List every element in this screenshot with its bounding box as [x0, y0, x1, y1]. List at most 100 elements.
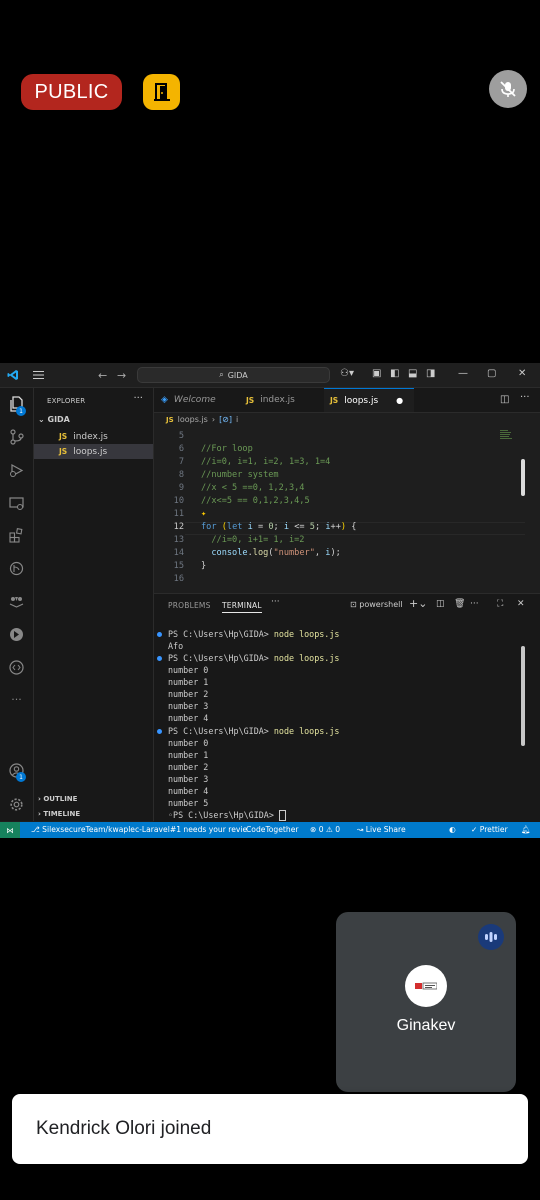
line-number: 5 — [178, 431, 184, 441]
mic-muted-icon[interactable] — [489, 70, 527, 108]
trash-icon[interactable]: 🗑 — [454, 599, 465, 609]
exit-door-icon[interactable] — [143, 74, 180, 110]
title-bar: ← → ⌕ GIDA ⚇▾ ▣ ◧ ⬓ ◨ — ▢ ✕ — [0, 363, 540, 388]
breadcrumb: JS loops.js › [⊘] i — [166, 415, 238, 424]
copilot-icon[interactable]: ⚇▾ — [340, 368, 354, 379]
code-line: 16 — [154, 574, 540, 587]
more-actions-icon[interactable]: ··· — [133, 393, 143, 404]
tab-index-js[interactable]: JS index.js — [246, 388, 326, 412]
back-arrow-icon[interactable]: ← — [98, 369, 107, 382]
line-number: 13 — [173, 535, 184, 545]
code-line: 12 for (let i = 0; i <= 5; i++) { — [154, 522, 540, 535]
code-editor[interactable]: 5 6//For loop 7//i=0, i=1, i=2, 1=3, 1=4… — [154, 429, 540, 592]
terminal-line: PS C:\Users\Hp\GIDA> node loops.js — [157, 629, 339, 641]
terminal-line: number 4 — [168, 786, 209, 796]
timeline-section[interactable]: › TIMELINE — [38, 810, 80, 818]
lightbulb-icon[interactable]: ✦ — [201, 509, 206, 519]
status-copilot-icon[interactable]: ◐ — [449, 825, 456, 834]
search-icon: ⌕ — [219, 370, 224, 379]
folder-gida[interactable]: ⌄ GIDA — [38, 415, 70, 424]
js-file-icon: JS — [166, 415, 174, 424]
command-decoration-icon — [157, 656, 162, 661]
terminal-line: Afo — [168, 641, 184, 651]
source-control-icon[interactable] — [8, 428, 25, 445]
status-prettier[interactable]: ✓ Prettier — [471, 825, 508, 834]
remote-explorer-icon[interactable] — [8, 495, 25, 512]
run-debug-icon[interactable] — [8, 462, 25, 479]
status-problems[interactable]: ⊗ 0 ⚠ 0 — [310, 825, 340, 834]
new-terminal-icon[interactable]: +⌄ — [409, 597, 427, 610]
accounts-icon[interactable]: 1 — [8, 762, 26, 782]
unsaved-dot-icon[interactable]: ● — [396, 396, 403, 405]
code-line: 10//x<=5 == 0,1,2,3,4,5 — [154, 496, 540, 509]
notifications-bell-icon[interactable]: 🔔︎ — [521, 825, 531, 834]
remote-indicator-icon[interactable]: ⋈ — [0, 822, 20, 838]
toggle-sidebar-icon[interactable]: ◧ — [390, 368, 399, 379]
settings-gear-icon[interactable] — [8, 796, 25, 813]
more-actions-icon[interactable]: ··· — [271, 597, 280, 607]
more-views-icon[interactable]: ··· — [8, 691, 25, 708]
liveshare-extension-icon[interactable] — [8, 626, 25, 643]
join-notification: Kendrick Olori joined — [12, 1094, 528, 1164]
more-actions-icon[interactable]: ··· — [520, 392, 530, 403]
liveshare-icon: ↝ — [357, 825, 366, 834]
terminal-line: number 4 — [168, 713, 209, 723]
line-number: 7 — [178, 457, 184, 467]
code-line: 8//number system — [154, 470, 540, 483]
tab-loops-js[interactable]: JS loops.js ● — [324, 388, 414, 412]
file-loops-js[interactable]: JS loops.js — [34, 444, 153, 459]
menu-icon[interactable] — [33, 370, 44, 383]
maximize-panel-icon[interactable]: ⛶ — [497, 599, 503, 609]
command-decoration-icon — [157, 729, 162, 734]
line-number: 14 — [173, 548, 184, 558]
terminal-line: number 1 — [168, 677, 209, 687]
js-file-icon: JS — [59, 447, 68, 456]
terminal-line: number 3 — [168, 774, 209, 784]
status-branch[interactable]: ⎇ SilexsecureTeam/kwaplec-Laravel#1 need… — [31, 825, 247, 834]
split-terminal-icon[interactable]: ◫ — [436, 599, 445, 609]
participant-name: Ginakev — [396, 1017, 456, 1034]
code-embed-icon[interactable] — [8, 659, 25, 676]
toggle-panel-icon[interactable]: ⬓ — [408, 368, 417, 379]
toggle-secondary-sidebar-icon[interactable]: ◨ — [426, 368, 435, 379]
js-file-icon: JS — [330, 396, 339, 405]
terminal-line: number 1 — [168, 750, 209, 760]
status-liveshare[interactable]: ↝ Live Share — [357, 825, 406, 834]
terminal-line: number 2 — [168, 762, 209, 772]
terminal-line: number 2 — [168, 689, 209, 699]
close-window-icon[interactable]: ✕ — [518, 368, 526, 379]
status-codetogether[interactable]: CodeTogether — [246, 825, 299, 834]
file-index-js[interactable]: JS index.js — [34, 429, 153, 444]
breadcrumb-symbol[interactable]: i — [236, 415, 238, 424]
tab-problems[interactable]: PROBLEMS — [168, 601, 211, 610]
activity-bar: 1 ··· 1 — [0, 388, 34, 821]
breadcrumb-file[interactable]: loops.js — [178, 415, 208, 424]
error-icon: ⊗ — [310, 825, 319, 834]
docker-icon[interactable] — [8, 593, 25, 610]
code-line: 15} — [154, 561, 540, 574]
layout-customize-icon[interactable]: ▣ — [372, 368, 381, 379]
chevron-right-icon: › — [211, 415, 216, 424]
gitlens-icon[interactable] — [8, 560, 25, 577]
status-bar: ⋈ ⎇ SilexsecureTeam/kwaplec-Laravel#1 ne… — [0, 822, 540, 838]
terminal-panel: PROBLEMS TERMINAL ··· ⊡ powershell +⌄ ◫ … — [154, 593, 540, 822]
terminal-line: ◦PS C:\Users\Hp\GIDA> — [168, 810, 286, 822]
code-line: 13 //i=0, i+1= 1, i=2 — [154, 535, 540, 548]
tab-terminal[interactable]: TERMINAL — [222, 601, 262, 613]
close-panel-icon[interactable]: ✕ — [517, 599, 525, 609]
command-search-box[interactable]: ⌕ GIDA — [137, 367, 330, 383]
explorer-icon[interactable]: 1 — [8, 395, 26, 416]
terminal-line: number 3 — [168, 701, 209, 711]
outline-section[interactable]: › OUTLINE — [38, 795, 77, 803]
minimize-icon[interactable]: — — [458, 368, 468, 379]
extensions-icon[interactable] — [8, 527, 25, 544]
shell-selector[interactable]: ⊡ powershell — [350, 600, 403, 609]
split-editor-icon[interactable]: ◫ — [500, 394, 509, 405]
maximize-icon[interactable]: ▢ — [487, 368, 496, 379]
participant-tile[interactable]: Ginakev — [336, 912, 516, 1092]
tab-welcome[interactable]: ◈ Welcome — [161, 388, 236, 412]
more-actions-icon[interactable]: ··· — [470, 599, 479, 609]
terminal-scrollbar[interactable] — [521, 646, 525, 746]
forward-arrow-icon[interactable]: → — [117, 369, 126, 382]
explorer-sidebar: EXPLORER ··· ⌄ GIDA JS index.js JS loops.j… — [34, 388, 154, 821]
